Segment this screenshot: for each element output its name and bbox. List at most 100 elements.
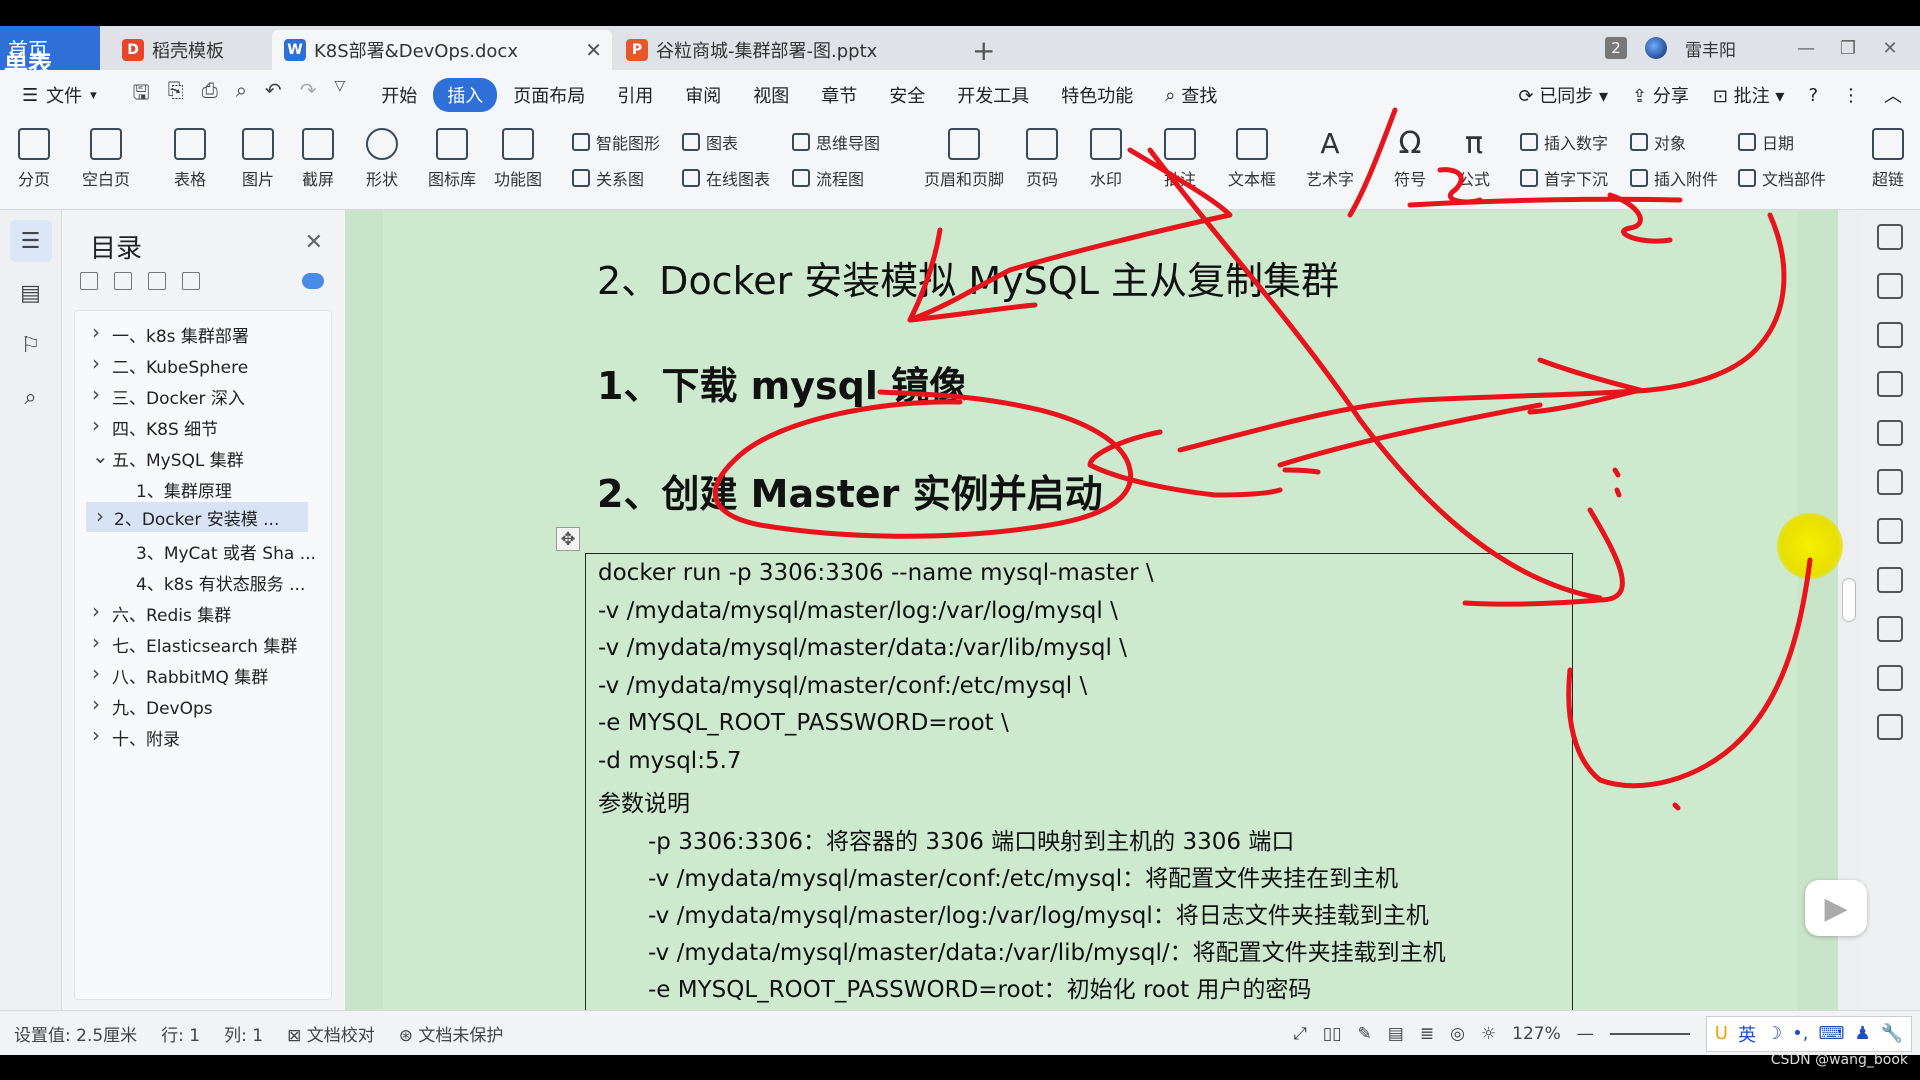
function-chart-button[interactable]: 功能图 [494, 120, 542, 190]
scroll-thumb[interactable] [1842, 578, 1856, 622]
close-icon[interactable]: ✕ [305, 230, 323, 255]
toc-item[interactable]: 1、集群原理 [136, 477, 232, 502]
page-number-button[interactable]: 页码 [1026, 120, 1058, 190]
tab-k8s-docx[interactable]: W K8S部署&DevOps.docx ✕ [272, 30, 612, 70]
menu-reference[interactable]: 引用 [601, 78, 669, 112]
settings-sliders-icon[interactable] [1877, 616, 1903, 642]
textbox-button[interactable]: 文本框 [1228, 120, 1276, 190]
toc-item[interactable]: › 七、Elasticsearch 集群 [92, 630, 297, 657]
relation-chart-button[interactable]: 关系图 [572, 166, 644, 190]
menu-features[interactable]: 特色功能 [1045, 78, 1149, 112]
chevron-right-icon[interactable]: › [92, 599, 100, 623]
tab-docer-template[interactable]: D 稻壳模板 [110, 30, 270, 70]
object-button[interactable]: 对象 [1630, 130, 1686, 154]
toc-item[interactable]: › 2、Docker 安装模 ... [86, 502, 308, 532]
margin-setting[interactable]: 设置值: 2.5厘米 [14, 1021, 137, 1046]
format-painter-icon[interactable]: ⎘ [168, 78, 184, 112]
header-footer-button[interactable]: 页眉和页脚 [924, 120, 1004, 190]
proofread-button[interactable]: ⊠ 文档校对 [287, 1021, 375, 1046]
menu-view[interactable]: 视图 [737, 78, 805, 112]
user-name[interactable]: 雷丰阳 [1685, 36, 1736, 61]
select-cursor-icon[interactable] [1877, 273, 1903, 299]
menu-review[interactable]: 审阅 [669, 78, 737, 112]
chevron-down-icon[interactable]: ⌄ [92, 444, 109, 468]
zoom-slider[interactable] [1609, 1032, 1690, 1035]
read-mode-icon[interactable]: ▯▯ [1323, 1024, 1342, 1044]
chevron-right-icon[interactable]: › [92, 320, 100, 344]
toc-item[interactable]: › 六、Redis 集群 [92, 599, 231, 626]
drop-cap-button[interactable]: 首字下沉 [1520, 166, 1608, 190]
chevron-right-icon[interactable]: › [92, 382, 100, 406]
chevron-right-icon[interactable]: › [92, 413, 100, 437]
print-preview-icon[interactable]: ⌕ [236, 78, 247, 112]
formula-button[interactable]: π 公式 [1458, 120, 1490, 190]
flowchart-button[interactable]: 流程图 [792, 166, 864, 190]
protect-status[interactable]: ⊛ 文档未保护 [399, 1021, 504, 1046]
attachment-button[interactable]: 插入附件 [1630, 166, 1718, 190]
style-icon[interactable] [1877, 420, 1903, 446]
chapter-nav-icon[interactable]: ▤ [10, 272, 52, 314]
chevron-right-icon[interactable]: › [92, 723, 100, 747]
table-tool-icon[interactable] [1877, 469, 1903, 495]
heading-docker-mysql[interactable]: 2、Docker 安装模拟 MySQL 主从复制集群 [597, 250, 1339, 305]
zoom-level[interactable]: 127% [1512, 1024, 1561, 1044]
screenshot-button[interactable]: 截屏 [302, 120, 334, 190]
collapse-all-icon[interactable] [80, 272, 98, 290]
video-play-button[interactable]: ▶ [1805, 880, 1867, 936]
online-chart-button[interactable]: 在线图表 [682, 166, 770, 190]
chevron-right-icon[interactable]: › [96, 504, 104, 528]
file-menu[interactable]: ☰ 文件 ▾ [0, 78, 113, 112]
table-move-handle[interactable]: ✥ [556, 527, 580, 551]
avatar[interactable] [1645, 37, 1667, 59]
toc-item[interactable]: › 三、Docker 深入 [92, 382, 245, 409]
share-button[interactable]: ⇪ 分享 [1632, 82, 1689, 108]
mindmap-button[interactable]: 思维导图 [792, 130, 880, 154]
outline-view-icon[interactable]: ≣ [1420, 1024, 1434, 1044]
minimize-icon[interactable]: — [1794, 38, 1818, 59]
chart-tool-icon[interactable] [1877, 567, 1903, 593]
find-icon[interactable]: ⌕ [10, 376, 52, 418]
picture-button[interactable]: 图片 [242, 120, 274, 190]
toc-item[interactable]: › 二、KubeSphere [92, 351, 248, 378]
bookmark-icon[interactable]: ⚐ [10, 324, 52, 366]
toc-item[interactable]: › 四、K8S 细节 [92, 413, 218, 440]
tab-home[interactable]: 首页 单表300w [0, 26, 100, 107]
heading-download-image[interactable]: 1、下载 mysql 镜像 [597, 355, 967, 410]
apps-grid-icon[interactable] [1877, 518, 1903, 544]
toc-sync-toggle[interactable] [302, 273, 324, 289]
doc-parts-button[interactable]: 文档部件 [1738, 166, 1826, 190]
collapse-ribbon-icon[interactable]: ︿ [1884, 82, 1902, 108]
expand-level-icon[interactable] [114, 272, 132, 290]
chevron-right-icon[interactable]: › [92, 351, 100, 375]
table-button[interactable]: 表格 [174, 120, 206, 190]
toc-item[interactable]: › 九、DevOps [92, 692, 213, 719]
chevron-right-icon[interactable]: › [92, 630, 100, 654]
window-count-badge[interactable]: 2 [1605, 37, 1627, 59]
zoom-out-icon[interactable]: — [1577, 1024, 1594, 1044]
comment-button[interactable]: ⊡ 批注 ▾ [1713, 82, 1785, 108]
restore-icon[interactable]: ❐ [1836, 38, 1860, 59]
customize-icon[interactable]: ▽ [334, 78, 345, 112]
search-button[interactable]: ⌕ 查找 [1149, 78, 1233, 112]
new-tab-button[interactable]: + [972, 30, 995, 70]
export-icon[interactable] [1877, 714, 1903, 740]
page-break-button[interactable]: 分页 [18, 120, 50, 190]
smart-art-button[interactable]: 智能图形 [572, 130, 660, 154]
menu-start[interactable]: 开始 [365, 78, 433, 112]
help-icon[interactable]: ? [1808, 85, 1818, 106]
hyperlink-button[interactable]: 超链 [1872, 120, 1904, 190]
undo-icon[interactable]: ↶ [265, 78, 282, 112]
toc-nav-icon[interactable]: ☰ [9, 220, 52, 262]
chevron-right-icon[interactable]: › [92, 692, 100, 716]
code-block[interactable]: docker run -p 3306:3306 --name mysql-mas… [585, 553, 1573, 1010]
shape-button[interactable]: 形状 [366, 120, 398, 190]
icon-library-button[interactable]: 图标库 [428, 120, 476, 190]
close-icon[interactable]: ✕ [585, 38, 602, 62]
shape-tool-icon[interactable] [1877, 371, 1903, 397]
menu-security[interactable]: 安全 [873, 78, 941, 112]
write-mode-icon[interactable]: ✎ [1358, 1024, 1372, 1044]
ime-toolbar[interactable]: U 英 ☽ •, ⌨ ♟ 🔧 [1705, 1015, 1912, 1052]
edit-pen-icon[interactable] [1877, 224, 1903, 250]
menu-insert[interactable]: 插入 [433, 78, 498, 112]
web-view-icon[interactable]: ◎ [1450, 1024, 1465, 1044]
